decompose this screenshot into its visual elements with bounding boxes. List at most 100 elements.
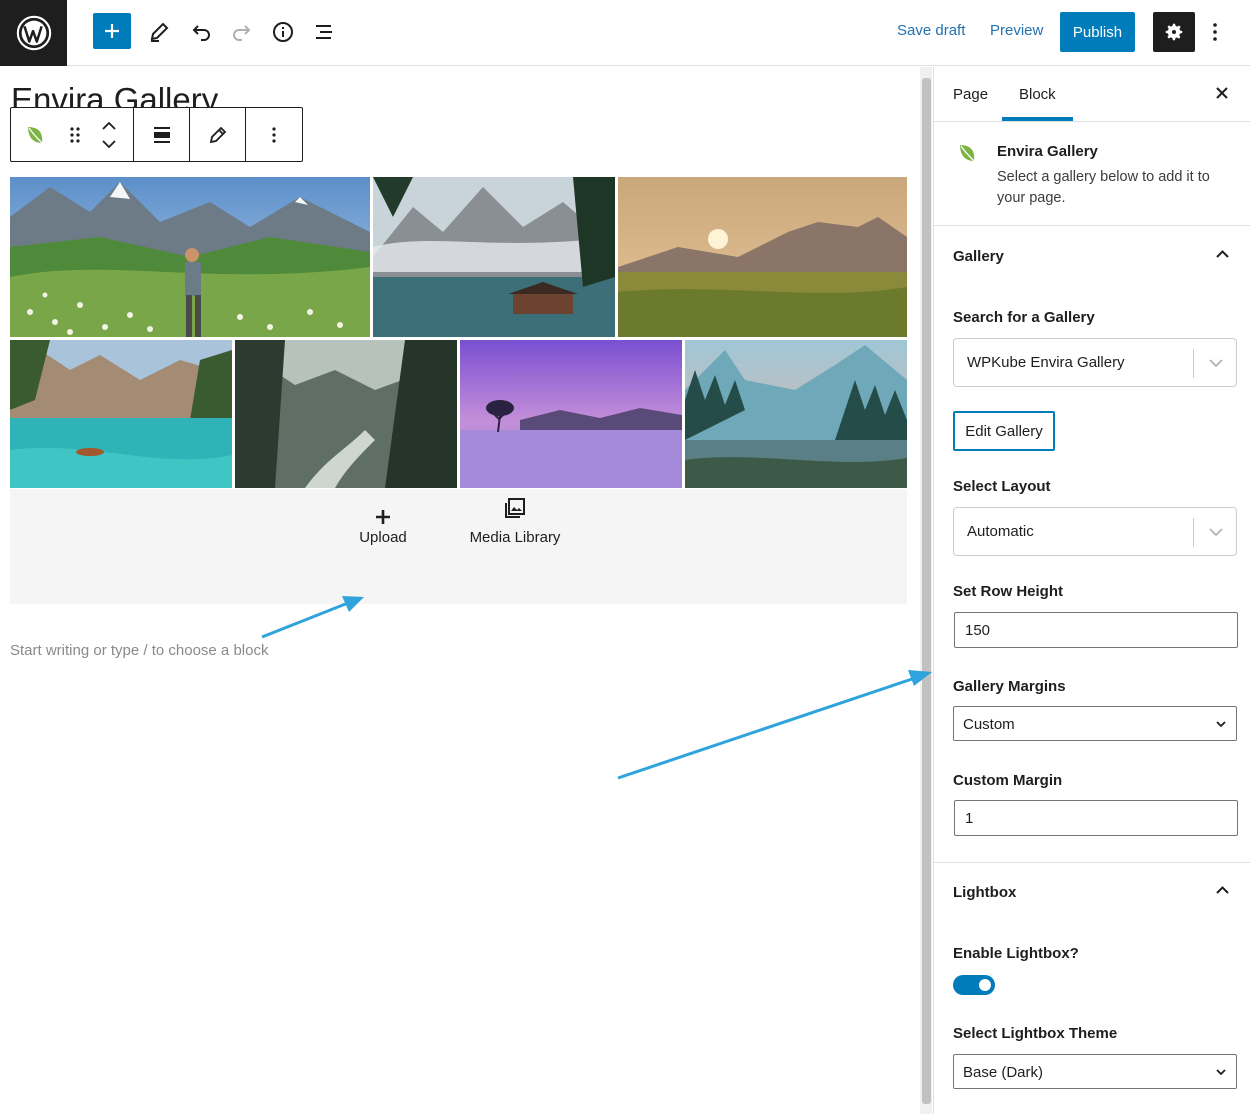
gallery-image-misty-river[interactable]: [235, 340, 457, 488]
undo-button[interactable]: [182, 13, 220, 51]
gallery-image-sunset-field[interactable]: [618, 177, 907, 337]
align-icon: [153, 126, 170, 143]
add-block-button[interactable]: [93, 13, 131, 49]
tab-page[interactable]: Page: [953, 86, 988, 103]
tools-button[interactable]: [140, 13, 178, 51]
wordpress-logo-icon[interactable]: [0, 0, 67, 66]
upload-label: Upload: [359, 529, 407, 546]
upload-button[interactable]: Upload: [356, 509, 410, 546]
select-layout-label: Select Layout: [953, 478, 1051, 495]
redo-icon: [233, 25, 251, 41]
select-layout-select[interactable]: Automatic: [953, 507, 1237, 556]
tab-block[interactable]: Block: [1019, 86, 1056, 103]
panel-divider: [934, 862, 1250, 863]
block-toolbar-group-edit: [190, 108, 246, 161]
search-gallery-value: WPKube Envira Gallery: [967, 354, 1125, 371]
lightbox-panel-title[interactable]: Lightbox: [953, 884, 1016, 901]
editor-top-bar: Save draft Preview Publish: [0, 0, 1250, 66]
gallery-image-hiker-meadow[interactable]: [10, 177, 370, 337]
block-card-description: Select a gallery below to add it to your…: [997, 169, 1210, 206]
select-layout-value: Automatic: [967, 523, 1034, 540]
enable-lightbox-toggle[interactable]: [953, 975, 995, 995]
edit-gallery-toolbar-button[interactable]: [200, 108, 236, 161]
select-separator: [1193, 349, 1194, 378]
row-height-label: Set Row Height: [953, 583, 1064, 600]
close-sidebar-button[interactable]: [1210, 81, 1234, 105]
leaf-icon: [28, 126, 43, 143]
list-view-button[interactable]: [305, 13, 343, 51]
preview-button[interactable]: Preview: [990, 22, 1043, 39]
media-library-button[interactable]: Media Library: [465, 497, 565, 546]
chevron-down-icon: [1209, 528, 1223, 537]
gallery-margins-label: Gallery Margins: [953, 678, 1066, 695]
edit-icon: [209, 126, 226, 143]
block-card-title: Envira Gallery: [997, 143, 1098, 160]
enable-lightbox-label: Enable Lightbox?: [953, 945, 1079, 962]
publish-button[interactable]: Publish: [1060, 12, 1135, 52]
gallery-image-lake-cabin[interactable]: [373, 177, 615, 337]
gallery-margins-select[interactable]: Custom: [953, 706, 1237, 741]
block-toolbar-group-more: [246, 108, 302, 161]
chevron-down-icon: [1216, 721, 1226, 728]
chevron-down-icon: [1216, 1069, 1226, 1076]
custom-margin-label: Custom Margin: [953, 772, 1063, 789]
lightbox-theme-value: Base (Dark): [963, 1064, 1044, 1081]
pencil-icon: [150, 22, 169, 42]
gallery-margins-value: Custom: [963, 716, 1015, 733]
block-toolbar-group-main: [11, 108, 134, 161]
save-draft-button[interactable]: Save draft: [897, 22, 965, 39]
drag-handle[interactable]: [59, 108, 91, 161]
lightbox-panel-toggle[interactable]: [1212, 880, 1232, 900]
more-vertical-icon: [1213, 23, 1217, 41]
gallery-panel-title[interactable]: Gallery: [953, 248, 1004, 265]
gallery-image-forest-river-dusk[interactable]: [685, 340, 907, 488]
search-gallery-label: Search for a Gallery: [953, 309, 1095, 326]
gallery-image-purple-lake-tree[interactable]: [460, 340, 682, 488]
chevron-down-icon[interactable]: [102, 139, 116, 148]
media-library-icon: [505, 498, 525, 518]
gallery-image-turquoise-lake[interactable]: [10, 340, 232, 488]
media-library-label: Media Library: [469, 529, 561, 546]
gallery-panel-toggle[interactable]: [1212, 244, 1232, 264]
block-appender-placeholder[interactable]: Start writing or type / to choose a bloc…: [10, 642, 268, 659]
info-icon: [273, 22, 293, 42]
settings-button[interactable]: [1153, 12, 1195, 52]
plus-icon: [376, 510, 390, 524]
search-gallery-select[interactable]: WPKube Envira Gallery: [953, 338, 1237, 387]
list-view-icon: [316, 25, 332, 39]
lightbox-theme-select[interactable]: Base (Dark): [953, 1054, 1237, 1089]
options-button[interactable]: [1203, 14, 1227, 50]
chevron-up-icon: [1215, 886, 1229, 894]
block-toolbar-group-align: [134, 108, 190, 161]
gear-icon: [1165, 23, 1183, 41]
close-icon: [1216, 87, 1228, 99]
chevron-down-icon: [1209, 359, 1223, 368]
block-type-button[interactable]: [11, 108, 59, 161]
toggle-knob: [979, 979, 991, 991]
chevron-up-icon[interactable]: [102, 121, 116, 130]
block-card: Envira Gallery Select a gallery below to…: [934, 122, 1250, 226]
details-button[interactable]: [264, 13, 302, 51]
settings-sidebar: Page Block Envira Gallery Select a galle…: [933, 67, 1250, 1114]
leaf-icon: [960, 145, 975, 162]
align-button[interactable]: [144, 108, 180, 161]
move-buttons: [91, 108, 127, 161]
block-toolbar: [10, 107, 303, 162]
active-tab-indicator: [1002, 117, 1073, 121]
plus-icon: [105, 24, 119, 38]
undo-icon: [192, 25, 210, 41]
editor-scrollbar-thumb[interactable]: [922, 78, 931, 1104]
drag-handle-icon: [70, 126, 80, 143]
block-options-button[interactable]: [256, 108, 292, 161]
sidebar-tabs: Page Block: [934, 67, 1250, 122]
lightbox-theme-label: Select Lightbox Theme: [953, 1025, 1118, 1042]
select-separator: [1193, 518, 1194, 547]
redo-button[interactable]: [223, 13, 261, 51]
more-vertical-icon: [272, 126, 276, 143]
post-title[interactable]: Envira Gallery: [11, 80, 218, 110]
chevron-up-icon: [1215, 250, 1229, 258]
custom-margin-input[interactable]: [954, 800, 1238, 836]
envira-gallery-block[interactable]: [10, 177, 907, 489]
row-height-input[interactable]: [954, 612, 1238, 648]
edit-gallery-button[interactable]: Edit Gallery: [953, 411, 1055, 451]
